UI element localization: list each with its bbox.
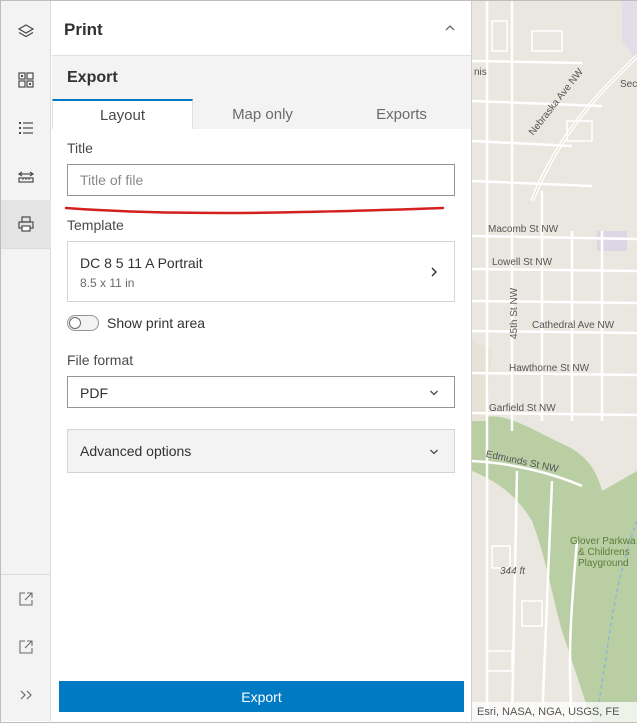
subheader-title: Export [67,69,118,86]
expand-rail-button[interactable] [1,671,51,719]
print-panel: Print Export Layout Map only Exports Tit… [52,1,472,721]
map-view[interactable]: nis Sec Nebraska Ave NW Macomb St NW Low… [472,1,637,722]
basemap-gallery-icon [18,72,34,88]
map-label-elevation: 344 ft [500,566,526,577]
chevron-right-icon [431,267,437,277]
action-rail [1,1,51,721]
map-label-45th: 45th St NW [509,287,520,339]
map-attribution: Esri, NASA, NGA, USGS, FE [472,702,637,722]
template-size: 8.5 x 11 in [80,276,135,290]
template-selector[interactable]: DC 8 5 11 A Portrait 8.5 x 11 in [67,241,455,302]
title-input[interactable] [67,164,455,196]
expand-icon [20,690,32,700]
advanced-options-label: Advanced options [80,443,192,459]
map-label-cathedral: Cathedral Ave NW [532,320,615,331]
launch-icon-2 [19,640,33,654]
tab-map-only[interactable]: Map only [193,99,332,129]
panel-header: Print [52,1,471,56]
show-print-area-toggle[interactable] [67,315,99,331]
toggle-knob [69,317,81,329]
export-button[interactable]: Export [59,681,464,712]
tab-layout[interactable]: Layout [52,99,193,129]
map-label-lowell: Lowell St NW [492,257,553,268]
map-label-sec: Sec [620,79,637,90]
launch-button[interactable] [1,575,51,623]
file-format-value: PDF [80,385,108,401]
map-label-glover-1: Glover Parkwa [570,536,636,547]
file-format-label: File format [67,352,134,368]
legend-button[interactable] [1,104,51,152]
chevron-down-icon [430,390,438,396]
map-label-hawthorne: Hawthorne St NW [509,363,590,374]
file-format-select[interactable]: PDF [67,376,455,408]
legend-icon [19,122,33,134]
map-label-glover-2: & Childrens [578,547,630,558]
basemap-gallery-button[interactable] [1,56,51,104]
layers-icon [17,24,35,38]
panel-title: Print [64,20,103,39]
tab-bar: Layout Map only Exports [52,99,471,129]
show-print-area-label: Show print area [107,315,206,331]
advanced-options-block[interactable]: Advanced options [67,429,455,473]
map-label-garfield: Garfield St NW [489,403,556,414]
layers-button[interactable] [1,8,51,56]
launch-icon [19,592,33,606]
tab-exports[interactable]: Exports [332,99,471,129]
map-label-macomb: Macomb St NW [488,224,559,235]
map-label-nis: nis [474,67,487,78]
print-icon [18,216,34,232]
export-subheader: Export [52,56,471,100]
measure-icon [17,171,35,183]
print-button[interactable] [1,200,51,248]
title-label: Title [67,140,93,156]
template-label: Template [67,217,124,233]
measure-button[interactable] [1,152,51,200]
map-label-glover-3: Playground [578,558,629,569]
template-name: DC 8 5 11 A Portrait [80,255,203,271]
launch-button-2[interactable] [1,623,51,671]
rail-divider [1,248,51,249]
chevron-down-icon [430,449,438,455]
chevron-up-icon[interactable] [443,21,457,35]
